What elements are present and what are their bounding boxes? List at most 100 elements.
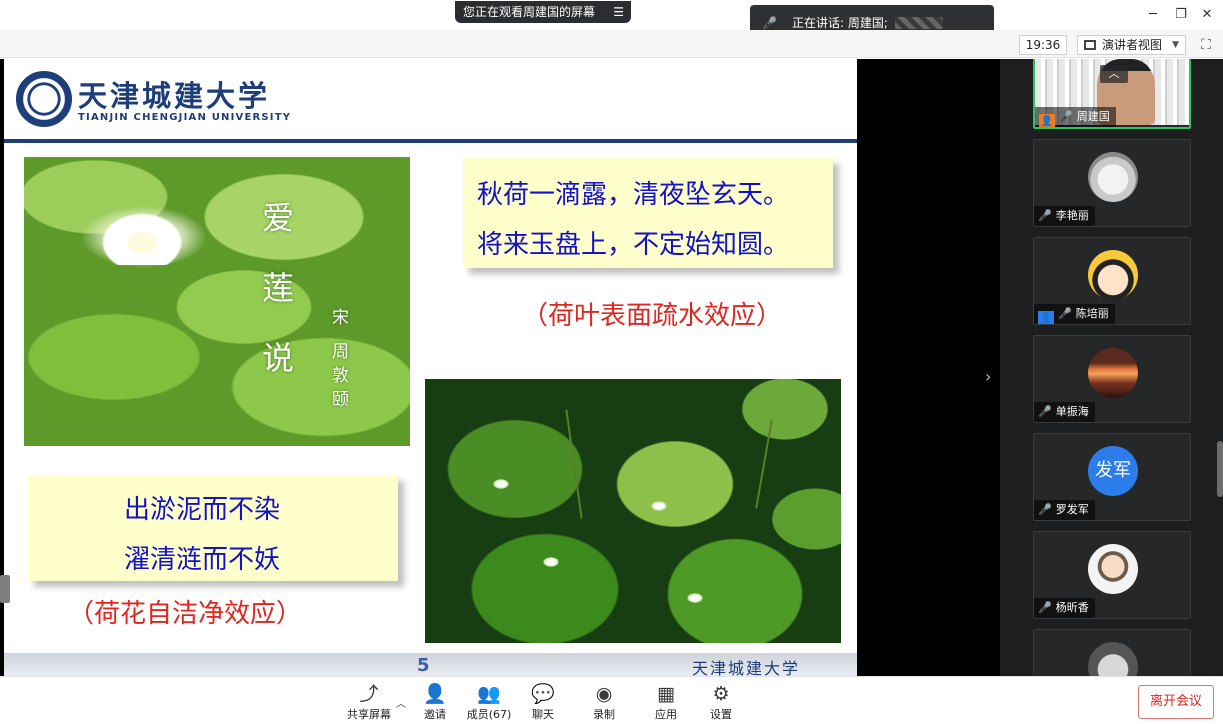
footer-university-logo: 天津城建大学 xyxy=(692,659,801,676)
lotus-leaf-poem-box: 秋荷一滴露，清夜坠玄天。 将来玉盘上，不定始知圆。 xyxy=(463,158,833,268)
university-name-en: TIANJIN CHENGJIAN UNIVERSITY xyxy=(78,112,292,123)
mic-muted-icon: 🎤 xyxy=(1038,601,1052,614)
university-name-cn: 天津城建大学 xyxy=(78,79,271,113)
poem-author-char: 宋 xyxy=(332,308,349,328)
apps-button[interactable]: ▦ 应用 xyxy=(636,683,696,723)
chat-label: 聊天 xyxy=(532,708,554,721)
share-screen-label: 共享屏幕 xyxy=(347,708,391,721)
participant-tile[interactable] xyxy=(1033,629,1191,676)
lotus-flower-quote-box: 出淤泥而不染 濯清涟而不妖 xyxy=(28,475,398,581)
apps-grid-icon: ▦ xyxy=(657,683,675,705)
lotus-leaves-image xyxy=(425,379,841,643)
participant-avatar xyxy=(1088,348,1138,398)
slide-footer: 5 天津城建大学 xyxy=(4,653,857,676)
participant-name-bar: 🎤 杨昕香 xyxy=(1034,598,1095,618)
presenter-view-dropdown[interactable]: 演讲者视图 ▼ xyxy=(1077,35,1186,55)
meeting-clock: 19:36 xyxy=(1019,35,1067,55)
hydrophobic-effect-note: （荷叶表面疏水效应） xyxy=(522,301,783,331)
poem-author-char: 颐 xyxy=(332,390,349,410)
mic-muted-icon: 🎤 xyxy=(1058,307,1072,320)
slide-scroll-handle[interactable] xyxy=(0,575,10,603)
water-droplet xyxy=(687,593,703,603)
participant-tile[interactable]: 🎤 杨昕香 xyxy=(1033,531,1191,619)
chevron-up-icon[interactable]: ︿ xyxy=(1100,65,1128,83)
participant-name: 罗发军 xyxy=(1055,503,1089,516)
viewing-screen-text: 您正在观看周建国的屏幕 xyxy=(463,5,596,19)
mic-muted-icon: 🎤 xyxy=(1038,209,1052,222)
host-icon: 👤 xyxy=(1039,114,1055,127)
leave-meeting-button[interactable]: 离开会议 xyxy=(1138,685,1214,719)
poem-line: 秋荷一滴露，清夜坠玄天。 xyxy=(477,180,790,210)
invite-button[interactable]: 👤 邀请 xyxy=(405,683,465,723)
audio-wave-icon xyxy=(895,17,943,29)
window-titlebar: 您正在观看周建国的屏幕 ☰ 🎤 正在讲话: 周建国; ─ ❐ ✕ xyxy=(0,0,1223,41)
quote-line: 出淤泥而不染 xyxy=(124,495,281,525)
chat-icon: 💬 xyxy=(531,683,555,705)
poem-title-char: 莲 xyxy=(262,269,295,307)
minimize-icon[interactable]: ─ xyxy=(1142,4,1164,26)
participant-name-bar: 🎤 单振海 xyxy=(1034,402,1095,422)
participant-name-bar: 🎤 罗发军 xyxy=(1034,500,1095,520)
members-button[interactable]: 👥 成员(67) xyxy=(459,683,519,723)
quote-line: 濯清涟而不妖 xyxy=(124,545,281,575)
water-droplet xyxy=(543,557,559,567)
participant-avatar xyxy=(1088,544,1138,594)
participant-name: 李艳丽 xyxy=(1055,209,1089,222)
slide-page-number: 5 xyxy=(417,655,430,676)
lotus-stem xyxy=(755,419,773,509)
participant-name: 陈培丽 xyxy=(1075,307,1109,320)
lotus-flower xyxy=(96,209,188,265)
meeting-controls-bar: ⤴ 共享屏幕 ︿ 👤 邀请 👥 成员(67) 💬 聊天 ◉ 录制 ▦ 应用 ⚙ … xyxy=(0,676,1223,724)
water-droplet xyxy=(651,501,667,511)
poem-author-char: 周 xyxy=(332,342,349,362)
mic-muted-icon: 🎤 xyxy=(1038,503,1052,516)
university-seal-logo xyxy=(16,71,72,127)
restore-icon[interactable]: ❐ xyxy=(1170,4,1192,26)
lotus-stem xyxy=(565,409,583,519)
viewing-screen-banner[interactable]: 您正在观看周建国的屏幕 ☰ xyxy=(455,1,631,23)
shared-screen-area: 天津城建大学 TIANJIN CHENGJIAN UNIVERSITY 爱 莲 … xyxy=(0,59,1000,676)
add-user-icon: 👤 xyxy=(423,683,447,705)
participant-avatar xyxy=(1088,642,1138,676)
header-divider xyxy=(4,139,857,143)
participant-tile[interactable]: 👤 🎤 陈培丽 xyxy=(1033,237,1191,325)
participant-video-panel: ︿ 👤 🎤 周建国 🎤 李艳丽 👤 🎤 陈培丽 🎤 单振海 发军 🎤 罗发军 🎤… xyxy=(1000,59,1223,676)
meeting-toolbar: 19:36 演讲者视图 ▼ ⛶ xyxy=(0,30,1223,58)
presentation-slide: 天津城建大学 TIANJIN CHENGJIAN UNIVERSITY 爱 莲 … xyxy=(4,59,857,676)
panel-scrollbar[interactable] xyxy=(1217,441,1223,497)
mic-on-icon: 🎤 xyxy=(1059,110,1073,123)
participant-tile[interactable]: ︿ 👤 🎤 周建国 xyxy=(1033,59,1191,129)
collapse-panel-icon[interactable]: › xyxy=(985,367,999,387)
share-screen-button[interactable]: ⤴ 共享屏幕 xyxy=(339,683,399,723)
avatar-initials: 发军 xyxy=(1088,446,1138,496)
members-label: 成员(67) xyxy=(466,708,512,721)
poem-line: 将来玉盘上，不定始知圆。 xyxy=(477,230,790,260)
participant-tile[interactable]: 发军 🎤 罗发军 xyxy=(1033,433,1191,521)
apps-label: 应用 xyxy=(655,708,677,721)
participant-name: 周建国 xyxy=(1076,110,1110,123)
lotus-flower-image: 爱 莲 说 宋 周 敦 颐 xyxy=(24,157,410,446)
water-droplet xyxy=(493,479,509,489)
participant-avatar xyxy=(1088,250,1138,300)
record-icon: ◉ xyxy=(595,683,613,705)
settings-button[interactable]: ⚙ 设置 xyxy=(691,683,751,723)
presenter-view-icon xyxy=(1084,40,1096,50)
close-icon[interactable]: ✕ xyxy=(1196,4,1218,26)
participant-avatar: 发军 xyxy=(1088,446,1138,496)
participant-name-bar: 🎤 李艳丽 xyxy=(1034,206,1095,226)
poem-author-char: 敦 xyxy=(332,366,349,386)
participant-name-bar: 👤 🎤 陈培丽 xyxy=(1034,304,1115,324)
participant-tile[interactable]: 🎤 李艳丽 xyxy=(1033,139,1191,227)
record-button[interactable]: ◉ 录制 xyxy=(574,683,634,723)
self-cleaning-effect-note: （荷花自洁净效应） xyxy=(68,599,303,629)
participant-tile[interactable]: 🎤 单振海 xyxy=(1033,335,1191,423)
poem-title-char: 说 xyxy=(262,339,295,377)
gear-icon: ⚙ xyxy=(712,683,730,705)
fullscreen-icon[interactable]: ⛶ xyxy=(1197,36,1215,54)
settings-label: 设置 xyxy=(710,708,732,721)
participant-name: 杨昕香 xyxy=(1055,601,1089,614)
poem-title-char: 爱 xyxy=(262,199,295,237)
banner-menu-icon[interactable]: ☰ xyxy=(613,1,624,23)
chat-button[interactable]: 💬 聊天 xyxy=(513,683,573,723)
participant-avatar xyxy=(1088,152,1138,202)
